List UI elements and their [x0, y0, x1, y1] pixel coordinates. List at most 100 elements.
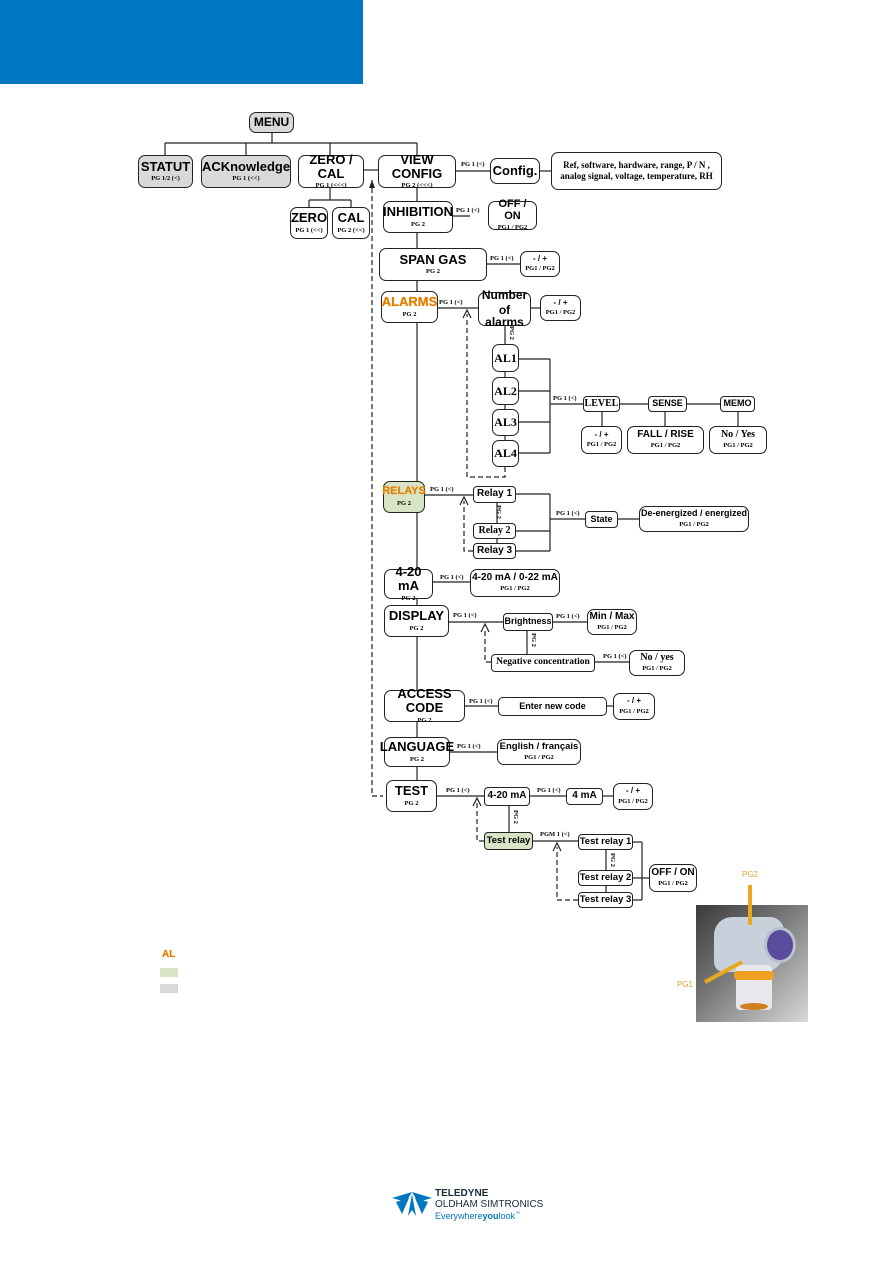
alarms-node[interactable]: ALARMS PG 2: [381, 291, 438, 323]
span-gas-label: SPAN GAS: [399, 251, 467, 267]
zero-label: ZERO: [290, 210, 328, 226]
test-current-link-label: PG 1 (<): [537, 787, 561, 794]
span-gas-node[interactable]: SPAN GAS PG 2: [379, 248, 487, 281]
relay-2-node[interactable]: Relay 2: [473, 523, 516, 539]
config-node[interactable]: Config.: [490, 158, 540, 184]
state-label: State: [590, 513, 613, 524]
test-relay-3-node[interactable]: Test relay 3: [578, 892, 633, 908]
logo-tag-c: look: [498, 1211, 516, 1221]
sense-option[interactable]: FALL / RISE PG1 / PG2: [627, 426, 704, 454]
test-relay-3-label: Test relay 3: [579, 894, 632, 906]
number-of-alarms-option[interactable]: - / + PG1 / PG2: [540, 295, 581, 321]
test-relay-2-node[interactable]: Test relay 2: [578, 870, 633, 886]
language-sub: PG 2: [410, 755, 424, 763]
negative-option-label: No / yes: [640, 651, 674, 663]
number-of-alarms-node[interactable]: Number of alarms: [478, 289, 531, 329]
pg2-tag: PG2: [742, 870, 759, 879]
logo-line1: TELEDYNE: [435, 1188, 489, 1199]
acknowledge-sub: PG 1 (<<): [232, 175, 260, 183]
memo-node[interactable]: MEMO: [720, 396, 755, 412]
teledyne-wings-icon: [392, 1192, 432, 1216]
test-link-label: PG 1 (<): [446, 787, 470, 794]
four-ma-option[interactable]: - / + PG1 / PG2: [613, 783, 653, 810]
alarms-vlink-label: PG 2: [508, 326, 515, 340]
state-link-label: PG 1 (<): [556, 510, 580, 517]
detector-photo: [696, 905, 808, 1022]
relay-2-label: Relay 2: [478, 524, 511, 536]
language-option-label: English / français: [499, 741, 579, 753]
zero-cal-node[interactable]: ZERO / CAL PG 1 (<<<): [298, 151, 364, 189]
state-option[interactable]: De-energized / energized PG1 / PG2: [639, 506, 749, 532]
brightness-option-sub: PG1 / PG2: [597, 624, 627, 632]
test-node[interactable]: TEST PG 2: [386, 780, 437, 812]
number-of-alarms-option-label: - / +: [553, 297, 568, 307]
four-ma-option-sub: PG1 / PG2: [618, 797, 648, 805]
negative-option[interactable]: No / yes PG1 / PG2: [629, 650, 685, 676]
relays-node[interactable]: RELAYS PG 2: [382, 481, 426, 513]
logo-tm: ™: [515, 1211, 521, 1217]
relay-1-node[interactable]: Relay 1: [473, 486, 516, 503]
test-relay-1-node[interactable]: Test relay 1: [578, 834, 633, 850]
language-option[interactable]: English / français PG1 / PG2: [497, 739, 581, 765]
al4-node[interactable]: AL4: [492, 440, 519, 467]
current-node[interactable]: 4-20 mA PG 2: [384, 565, 433, 602]
access-code-label: ACCESS CODE: [397, 686, 452, 716]
test-relay-2-label: Test relay 2: [579, 872, 632, 884]
memo-label: MEMO: [723, 398, 752, 409]
test-sub: PG 2: [404, 799, 419, 807]
display-node[interactable]: DISPLAY PG 2: [384, 605, 449, 637]
test-relay-label: Test relay: [486, 835, 531, 847]
statut-label: STATUT: [140, 158, 191, 174]
access-code-option[interactable]: - / + PG1 / PG2: [613, 693, 655, 720]
brightness-node[interactable]: Brightness: [503, 613, 553, 631]
negative-concentration-node[interactable]: Negative concentration: [491, 654, 595, 672]
level-node[interactable]: LEVEL: [583, 396, 620, 412]
relay-3-node[interactable]: Relay 3: [473, 543, 516, 559]
enter-new-code-node[interactable]: Enter new code: [498, 697, 607, 716]
relays-vlink-label: PG 2: [495, 505, 502, 519]
statut-node[interactable]: STATUT PG 1/2 (<): [138, 155, 193, 188]
four-ma-label: 4 mA: [572, 790, 597, 802]
test-label: TEST: [394, 783, 429, 799]
statut-sub: PG 1/2 (<): [151, 175, 180, 183]
zero-node[interactable]: ZERO PG 1 (<<): [290, 207, 328, 239]
inhibition-node[interactable]: INHIBITION PG 2: [383, 201, 453, 233]
test-relays-vlink-label: PG 2: [609, 853, 616, 867]
state-node[interactable]: State: [585, 511, 618, 528]
four-ma-node[interactable]: 4 mA: [566, 788, 603, 805]
memo-option-label: No / Yes: [720, 428, 756, 440]
sense-label: SENSE: [652, 398, 683, 409]
level-option[interactable]: - / + PG1 / PG2: [581, 426, 622, 454]
four-ma-option-label: - / +: [625, 786, 640, 796]
access-code-node[interactable]: ACCESS CODE PG 2: [384, 686, 465, 724]
test-current-node[interactable]: 4-20 mA: [484, 787, 530, 806]
alarms-sub: PG 2: [402, 310, 417, 318]
inhibition-option[interactable]: OFF / ON PG1 / PG2: [488, 198, 537, 231]
view-config-node[interactable]: VIEW CONFIG PG 2 (<<<): [378, 151, 456, 189]
language-node[interactable]: LANGUAGE PG 2: [380, 737, 454, 767]
test-relay-option[interactable]: OFF / ON PG1 / PG2: [649, 864, 697, 892]
zero-cal-label: ZERO / CAL: [309, 151, 353, 181]
view-config-label: VIEW CONFIG: [391, 151, 443, 181]
acknowledge-node[interactable]: ACKnowledge PG 1 (<<): [201, 155, 291, 188]
span-gas-option[interactable]: - / + PG1 / PG2: [520, 251, 560, 277]
alarms-link-label: PG 1 (<): [439, 299, 463, 306]
cal-node[interactable]: CAL PG 2 (<<): [332, 207, 370, 239]
relays-label: RELAYS: [382, 485, 426, 498]
test-relay-option-sub: PG1 / PG2: [658, 880, 688, 888]
legend-gray-swatch: [160, 984, 178, 993]
level-option-label: - / +: [594, 429, 609, 439]
memo-option[interactable]: No / Yes PG1 / PG2: [709, 426, 767, 454]
current-option[interactable]: 4-20 mA / 0-22 mA PG1 / PG2: [470, 569, 560, 597]
brightness-option[interactable]: Min / Max PG1 / PG2: [587, 609, 637, 635]
sense-node[interactable]: SENSE: [648, 396, 687, 412]
test-relay-node[interactable]: Test relay: [484, 832, 533, 850]
cal-label: CAL: [337, 210, 365, 226]
al3-node[interactable]: AL3: [492, 409, 519, 436]
al2-node[interactable]: AL2: [492, 377, 519, 405]
relay-1-label: Relay 1: [476, 488, 513, 500]
menu-node[interactable]: MENU: [249, 112, 294, 133]
al1-node[interactable]: AL1: [492, 344, 519, 372]
legend-al-sample: AL: [162, 949, 176, 960]
display-label: DISPLAY: [388, 608, 445, 624]
